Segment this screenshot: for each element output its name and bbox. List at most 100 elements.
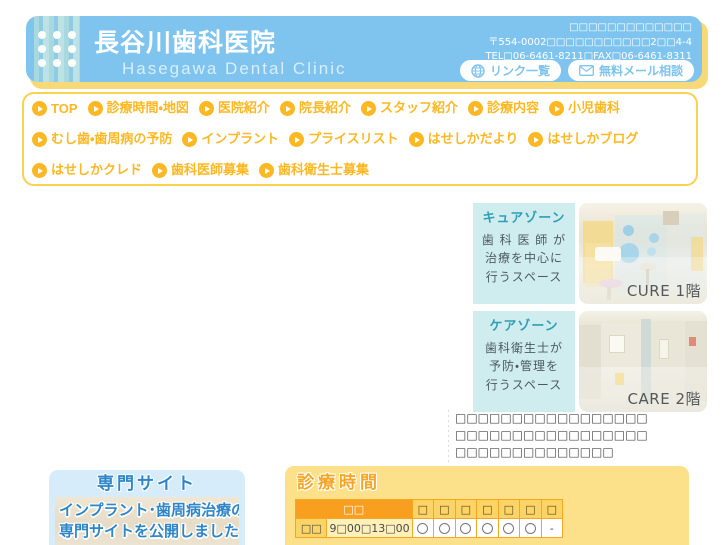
globe-icon (471, 63, 485, 78)
nav-item-label: 院長紹介 (298, 101, 351, 116)
note-line-2: □□□□□□□□□□□□□□□□□ (455, 428, 648, 442)
nav-item-label: 小児歯科 (567, 101, 620, 116)
header-button-group: リンク一覧 無料メール相談 (459, 60, 694, 81)
nav-item-label: プライスリスト (308, 132, 399, 147)
arrow-right-icon (259, 163, 275, 178)
clinic-address: □□□□□□□□□□□□□ 〒554-0002□□□□□□□□□□□2□□4-4… (485, 21, 692, 65)
schedule-day-1: □ (411, 499, 435, 520)
special-site-heading: 専門サイト (97, 474, 197, 494)
zone-care: ケアゾーン 歯科衛生士が 予防・管理を 行うスペース CARE 2階 (473, 311, 707, 412)
special-site-line-2: 専門サイトを公開しました (59, 522, 239, 541)
arrow-right-icon (548, 101, 564, 116)
nav-item-歯科衛生士募集[interactable]: 歯科衛生士募集 (259, 163, 369, 178)
arrow-right-icon (87, 101, 103, 116)
nav-item-label: はせしかクレド (51, 163, 143, 178)
nav-item-はせしかクレド[interactable]: はせしかクレド (32, 163, 142, 178)
zone-cure-description: 歯 科 医 師 が 治療を中心に 行うスペース (479, 231, 569, 287)
zone-cure-desc-line-1: 歯 科 医 師 が (481, 232, 567, 247)
nav-item-label: 歯科医師募集 (171, 163, 250, 178)
nav-item-はせしかだより[interactable]: はせしかだより (408, 132, 519, 147)
nav-item-label: はせしかだより (427, 132, 519, 147)
nav-item-診療内容[interactable]: 診療内容 (467, 101, 539, 116)
schedule-mark-2 (433, 518, 456, 539)
free-mail-consult-label: 無料メール相談 (598, 64, 683, 78)
schedule-mark-3 (454, 518, 478, 539)
logo-dot-grid-icon (35, 28, 79, 70)
arrow-right-icon (408, 132, 424, 147)
zone-cure: キュアゾーン 歯 科 医 師 が 治療を中心に 行うスペース CURE 1階 (473, 203, 707, 304)
schedule-mark-6 (519, 518, 542, 539)
schedule-day-5: □ (497, 499, 521, 520)
nav-item-プライスリスト[interactable]: プライスリスト (289, 132, 399, 147)
nav-item-label: はせしかブログ (547, 132, 639, 147)
schedule-panel: 診療時間 □□ □ □ □ □ □ □ □ □□ 9□00□13□00 - (285, 466, 689, 545)
zone-care-caption: CARE 2階 (627, 390, 701, 408)
special-site-body: インプラント･歯周病治療の 専門サイトを公開しました (55, 496, 239, 545)
schedule-header-row: □□ □ □ □ □ □ □ □ (295, 499, 564, 520)
zone-care-photo: CARE 2階 (579, 311, 707, 412)
zone-care-label: ケアゾーン 歯科衛生士が 予防・管理を 行うスペース (473, 311, 575, 412)
note-line-1: □□□□□□□□□□□□□□□□□ (455, 411, 648, 425)
zone-care-title: ケアゾーン (489, 319, 559, 334)
nav-item-label: 診療内容 (486, 101, 539, 116)
main-navigation: TOP 診療時間・地図 医院紹介 院長紹介 スタッフ紹介 診療内容 小児歯科 むし歯・歯周病… (22, 92, 698, 186)
nav-item-top[interactable]: TOP (32, 101, 78, 116)
page-root: 長谷川歯科医院 Hasegawa Dental Clinic □□□□□□□□□… (0, 0, 727, 545)
nav-item-label: 診療時間・地図 (106, 101, 189, 116)
schedule-day-6: □ (519, 499, 542, 520)
schedule-table: □□ □ □ □ □ □ □ □ □□ 9□00□13□00 - (294, 499, 564, 539)
schedule-title: 診療時間 (297, 473, 381, 493)
schedule-mark-4 (476, 518, 499, 539)
zone-care-desc-line-2: 予防・管理を (488, 359, 560, 374)
zone-note-text: □□□□□□□□□□□□□□□□□ □□□□□□□□□□□□□□□□□ □□□□… (448, 410, 720, 462)
note-dotted-divider (448, 410, 449, 462)
zone-care-desc-line-3: 行うスペース (485, 377, 563, 392)
special-site-line-1: インプラント･歯周病治療の (59, 500, 239, 519)
link-list-label: リンク一覧 (489, 64, 550, 78)
arrow-right-icon (289, 132, 305, 147)
zone-cure-desc-line-2: 治療を中心に (484, 251, 563, 266)
zone-care-desc-line-1: 歯科衛生士が (484, 340, 563, 355)
schedule-mark-5 (497, 518, 521, 539)
special-site-banner[interactable]: 専門サイト インプラント･歯周病治療の 専門サイトを公開しました (49, 470, 245, 545)
zone-cure-desc-line-3: 行うスペース (485, 269, 563, 284)
nav-item-医院紹介[interactable]: 医院紹介 (198, 101, 270, 116)
nav-item-label: 医院紹介 (217, 101, 270, 116)
site-header: 長谷川歯科医院 Hasegawa Dental Clinic □□□□□□□□□… (26, 16, 708, 89)
schedule-row-time: 9□00□13□00 (326, 518, 413, 539)
nav-item-診療時間・地図[interactable]: 診療時間・地図 (87, 101, 189, 116)
arrow-right-icon (32, 163, 47, 178)
schedule-mark-7: - (540, 518, 564, 539)
clinic-name-en: Hasegawa Dental Clinic (122, 59, 347, 78)
link-list-button[interactable]: リンク一覧 (459, 60, 561, 81)
schedule-day-3: □ (454, 499, 478, 520)
nav-item-インプラント[interactable]: インプラント (182, 132, 279, 147)
zone-panels: キュアゾーン 歯 科 医 師 が 治療を中心に 行うスペース CURE 1階 ケ… (473, 203, 707, 419)
nav-item-歯科医師募集[interactable]: 歯科医師募集 (152, 163, 249, 178)
schedule-row-label: □□ (294, 518, 328, 539)
nav-item-院長紹介[interactable]: 院長紹介 (279, 101, 351, 116)
schedule-day-7: □ (540, 499, 564, 520)
arrow-right-icon (360, 101, 376, 116)
nav-item-スタッフ紹介[interactable]: スタッフ紹介 (360, 101, 458, 116)
nav-item-label: 歯科衛生士募集 (278, 163, 370, 178)
zone-care-description: 歯科衛生士が 予防・管理を 行うスペース (479, 339, 569, 395)
nav-row-1: TOP 診療時間・地図 医院紹介 院長紹介 スタッフ紹介 診療内容 小児歯科 (32, 101, 630, 116)
free-mail-consult-button[interactable]: 無料メール相談 (567, 60, 694, 81)
note-line-3: □□□□□□□□□□□□□□ (455, 445, 614, 459)
nav-row-3: はせしかクレド 歯科医師募集 歯科衛生士募集 (32, 163, 379, 178)
zone-cure-caption: CURE 1階 (626, 282, 701, 300)
schedule-corner-label: □□ (295, 499, 413, 520)
arrow-right-icon (182, 132, 198, 147)
arrow-right-icon (467, 101, 483, 116)
schedule-day-4: □ (476, 499, 499, 520)
envelope-icon (579, 65, 594, 76)
nav-item-はせしかブログ[interactable]: はせしかブログ (528, 132, 638, 147)
nav-item-label: インプラント (201, 132, 280, 147)
arrow-right-icon (32, 101, 47, 116)
nav-item-label: スタッフ紹介 (379, 101, 458, 116)
zone-cure-title: キュアゾーン (482, 211, 566, 226)
table-row: □□ 9□00□13□00 - (294, 518, 564, 539)
nav-item-小児歯科[interactable]: 小児歯科 (548, 101, 620, 116)
nav-item-むし歯・歯周病の予防[interactable]: むし歯・歯周病の予防 (32, 132, 172, 147)
